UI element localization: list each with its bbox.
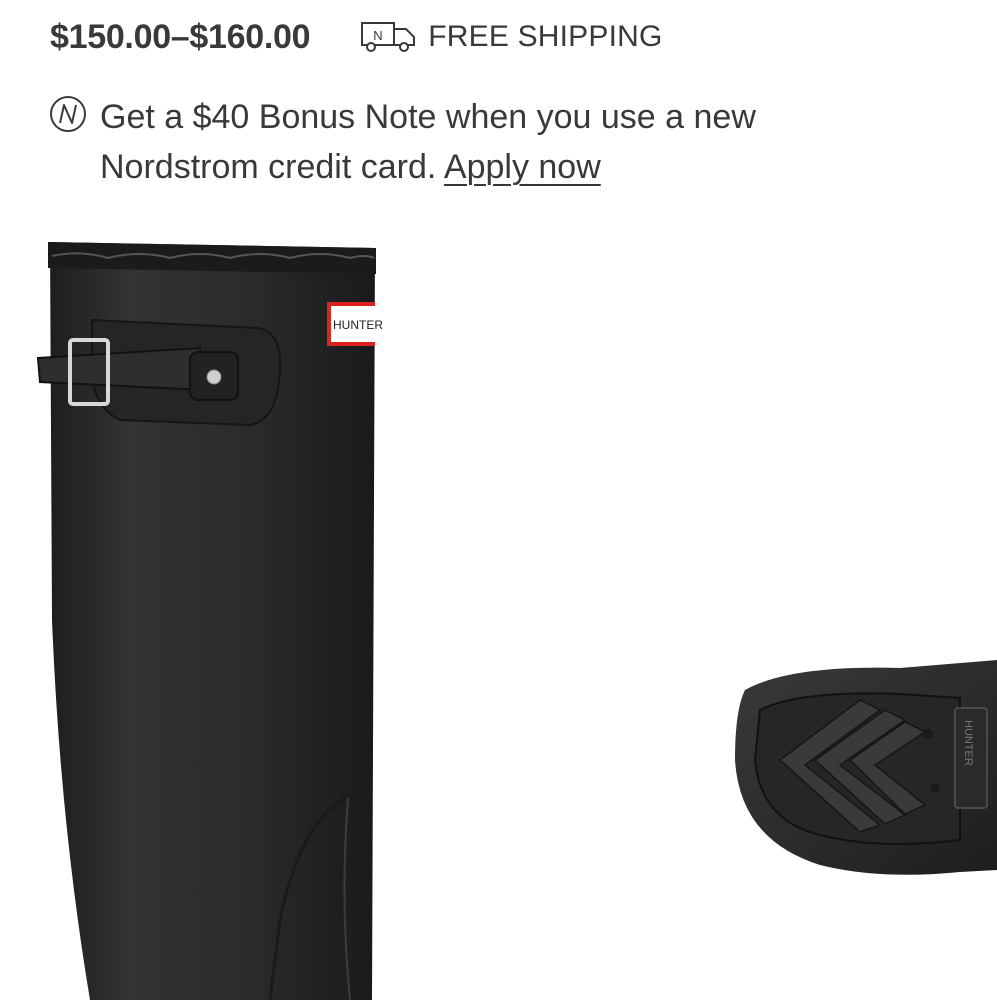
- bonus-note-promo: Get a $40 Bonus Note when you use a new …: [48, 92, 808, 192]
- free-shipping-badge: N FREE SHIPPING: [358, 19, 662, 55]
- promo-line-2: Nordstrom credit card.: [100, 148, 437, 186]
- sole-brand-text: HUNTER: [962, 720, 974, 766]
- free-shipping-label: FREE SHIPPING: [428, 20, 663, 53]
- boot-sole: HUNTER: [735, 660, 997, 875]
- hunter-tag-text: HUNTER: [333, 318, 383, 332]
- product-image-boot[interactable]: HUNTER HUNTER: [0, 220, 997, 1000]
- hunter-tag: HUNTER: [327, 302, 383, 346]
- delivery-truck-icon: N: [358, 19, 420, 55]
- truck-letter: N: [374, 28, 383, 43]
- nordstrom-note-icon: [48, 94, 88, 134]
- price-range: $150.00–$160.00: [50, 17, 311, 56]
- product-page: $150.00–$160.00 N FREE SHIPPING Get a $4…: [0, 0, 997, 1000]
- promo-line-1: Get a $40 Bonus Note when you use a new: [100, 98, 756, 136]
- apply-now-link[interactable]: Apply now: [444, 148, 601, 186]
- price-shipping-row: $150.00–$160.00 N FREE SHIPPING: [50, 14, 663, 60]
- promo-text: Get a $40 Bonus Note when you use a new …: [100, 92, 756, 192]
